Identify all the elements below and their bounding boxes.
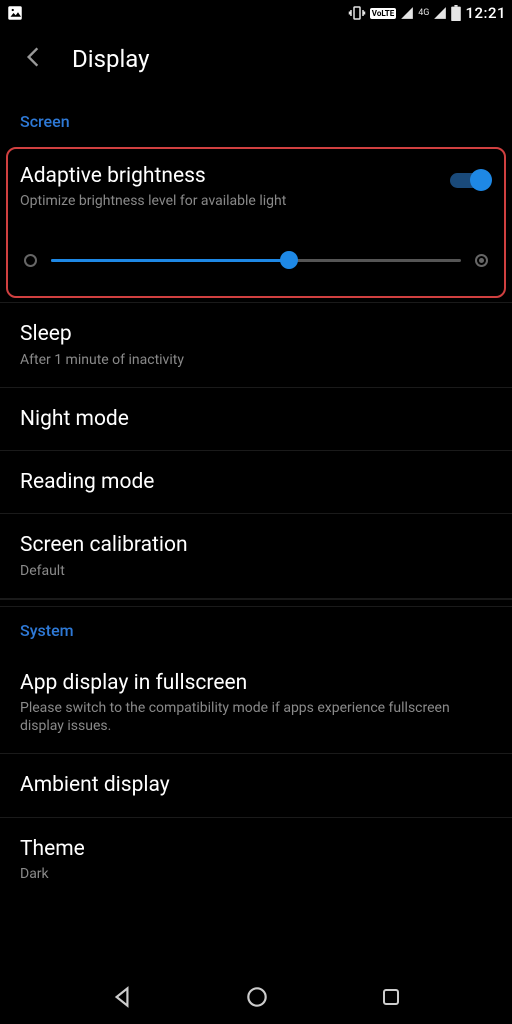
screen-cal-title: Screen calibration (20, 532, 492, 558)
setting-row-screen-calibration[interactable]: Screen calibration Default (0, 514, 512, 598)
brightness-slider-row (20, 250, 492, 270)
theme-title: Theme (20, 836, 492, 862)
brightness-max-icon (475, 254, 488, 267)
navigation-bar (0, 974, 512, 1024)
signal-icon-2 (433, 6, 447, 20)
volte-badge: VoLTE (370, 8, 396, 19)
brightness-slider[interactable] (51, 250, 461, 270)
fullscreen-title: App display in fullscreen (20, 670, 492, 696)
setting-row-night-mode[interactable]: Night mode (0, 388, 512, 451)
setting-row-adaptive-brightness[interactable]: Adaptive brightness Optimize brightness … (20, 163, 492, 210)
screen-cal-sub: Default (20, 562, 492, 580)
section-header-screen: Screen (0, 98, 512, 143)
battery-icon (451, 5, 461, 21)
setting-row-sleep[interactable]: Sleep After 1 minute of inactivity (0, 303, 512, 387)
picture-icon (6, 4, 24, 22)
status-bar: VoLTE 4G 12:21 (0, 0, 512, 26)
vibrate-icon (348, 4, 366, 22)
setting-row-theme[interactable]: Theme Dark (0, 818, 512, 901)
nav-recent-icon[interactable] (379, 985, 403, 1013)
setting-row-fullscreen[interactable]: App display in fullscreen Please switch … (0, 652, 512, 755)
adaptive-brightness-sub: Optimize brightness level for available … (20, 192, 286, 210)
network-type: 4G (418, 8, 429, 18)
nav-home-icon[interactable] (244, 984, 270, 1014)
adaptive-brightness-title: Adaptive brightness (20, 163, 286, 189)
section-header-system: System (0, 607, 512, 652)
reading-mode-title: Reading mode (20, 469, 492, 495)
nav-back-icon[interactable] (109, 984, 135, 1014)
fullscreen-sub: Please switch to the compatibility mode … (20, 699, 492, 735)
adaptive-brightness-toggle[interactable] (448, 167, 492, 193)
theme-sub: Dark (20, 865, 492, 883)
setting-row-reading-mode[interactable]: Reading mode (0, 451, 512, 514)
section-divider (0, 599, 512, 607)
night-mode-title: Night mode (20, 406, 492, 432)
setting-row-ambient-display[interactable]: Ambient display (0, 754, 512, 817)
ambient-title: Ambient display (20, 772, 492, 798)
sleep-sub: After 1 minute of inactivity (20, 351, 492, 369)
signal-icon-1 (400, 6, 414, 20)
page-header: Display (0, 26, 512, 98)
page-title: Display (72, 45, 150, 73)
sleep-title: Sleep (20, 321, 492, 347)
brightness-min-icon (24, 254, 37, 267)
highlight-adaptive-brightness: Adaptive brightness Optimize brightness … (6, 147, 506, 298)
status-clock: 12:21 (465, 4, 506, 22)
back-arrow-icon[interactable] (20, 44, 46, 74)
